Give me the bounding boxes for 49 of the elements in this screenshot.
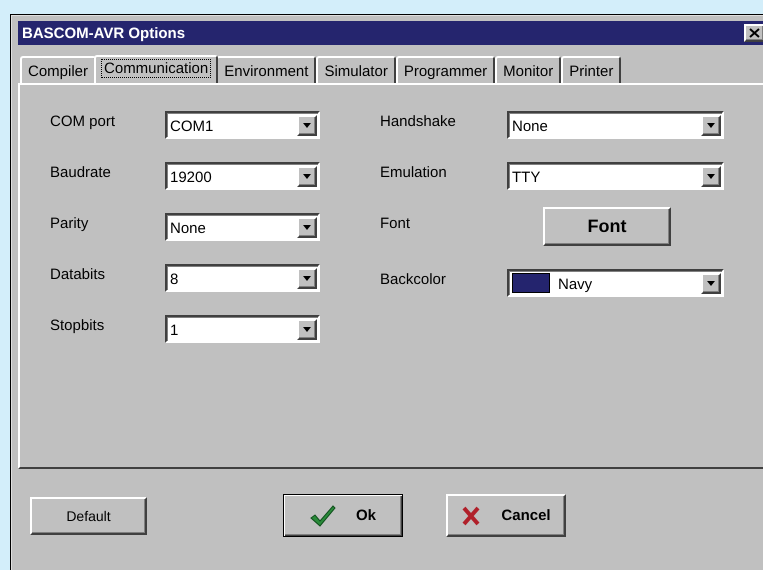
tab[interactable]: Communication — [94, 55, 218, 83]
field-label: Handshake — [380, 112, 457, 132]
dropdown-button[interactable] — [297, 318, 317, 340]
field-label: Backcolor — [380, 270, 447, 290]
dialog-button[interactable]: Ok — [283, 494, 403, 537]
caret-icon — [303, 174, 311, 178]
dropdown-field[interactable]: 1 — [165, 315, 320, 343]
dropdown-field[interactable]: None — [507, 111, 724, 139]
field-label: Baudrate — [50, 163, 112, 183]
field-label: Stopbits — [50, 316, 106, 336]
tab[interactable]: Compiler — [20, 56, 96, 83]
close-button[interactable] — [744, 24, 763, 42]
dropdown-button[interactable] — [701, 272, 721, 294]
field-label: COM port — [50, 112, 116, 132]
field-label: Emulation — [380, 163, 448, 183]
font-button[interactable]: Font — [543, 207, 671, 246]
dropdown-field[interactable]: None — [165, 213, 320, 241]
tab[interactable]: Printer — [561, 56, 622, 83]
checkmark-icon — [310, 504, 336, 526]
dropdown-button[interactable] — [297, 268, 317, 288]
tab[interactable]: Simulator — [316, 56, 396, 83]
field-label: Parity — [50, 214, 90, 234]
dropdown-field[interactable]: COM1 — [165, 111, 320, 139]
dialog-button[interactable]: Default — [30, 496, 147, 534]
field-label: Databits — [50, 265, 106, 285]
caret-icon — [707, 174, 715, 178]
window-title: BASCOM-AVR Options — [22, 24, 186, 42]
field-label: Font — [380, 214, 412, 234]
dropdown-button[interactable] — [297, 114, 317, 136]
tab[interactable]: Monitor — [495, 56, 562, 83]
dropdown-button[interactable] — [701, 114, 721, 136]
color-dropdown[interactable]: Navy — [507, 269, 724, 297]
dialog-button[interactable]: Cancel — [446, 494, 566, 537]
close-icon — [749, 28, 760, 38]
dropdown-button[interactable] — [701, 166, 721, 186]
caret-icon — [303, 122, 311, 128]
caret-icon — [707, 280, 715, 286]
caret-icon — [303, 224, 311, 230]
caret-icon — [707, 122, 715, 128]
dropdown-field[interactable]: TTY — [507, 162, 724, 190]
cross-icon — [461, 506, 482, 526]
dropdown-field[interactable]: 8 — [165, 264, 320, 292]
caret-icon — [303, 326, 311, 332]
tab[interactable]: Programmer — [396, 56, 496, 83]
dropdown-field[interactable]: 19200 — [165, 162, 320, 190]
dropdown-button[interactable] — [297, 166, 317, 186]
dropdown-button[interactable] — [297, 216, 317, 238]
tab[interactable]: Environment — [216, 56, 316, 83]
caret-icon — [303, 276, 311, 280]
